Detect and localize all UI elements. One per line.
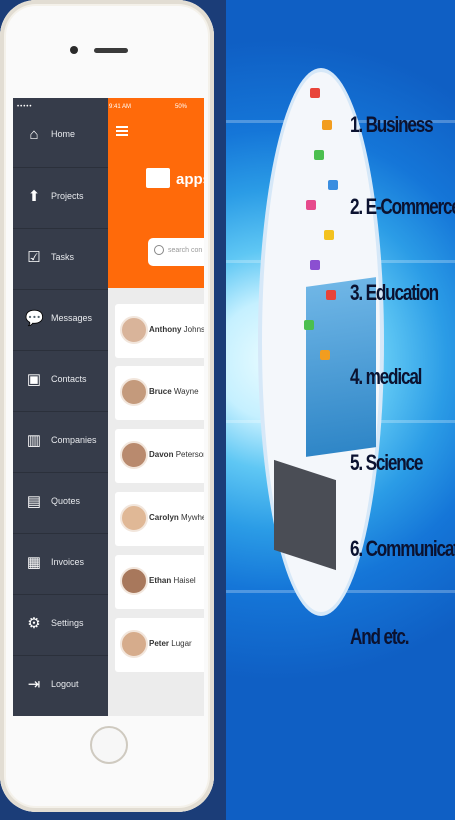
home-button[interactable] [90,726,128,764]
logo-text: apps [176,171,204,188]
contact-name: Anthony Johnson [149,325,204,334]
quote-document-icon: ▤ [26,493,42,510]
folder-gear-icon [146,168,170,188]
promo-list-item: 2. E-Commerce [350,194,455,219]
app-icon [314,150,324,160]
camera-icon [70,46,78,54]
promo-list-item: 4. medical [350,364,422,389]
contacts-panel: apps search con Anthony Johnson Bruce Wa… [108,98,204,716]
laptop-keyboard [274,459,336,571]
promo-list-item: 1. Business [350,112,434,137]
sidebar-item-companies[interactable]: ▥ Companies [13,411,108,472]
contact-row[interactable]: Carolyn Mywhea [115,492,204,546]
avatar [120,567,148,595]
promo-list-item: And etc. [350,624,410,649]
sidebar-item-label: Contacts [51,374,87,384]
sidebar-item-contacts[interactable]: ▣ Contacts [13,350,108,411]
avatar [120,316,148,344]
app-screen: ⌂ Home ⬆ Projects ☑ Tasks 💬 Messages ▣ C… [13,98,204,716]
sidebar-item-label: Invoices [51,557,85,567]
avatar [120,441,148,469]
app-icon [324,230,334,240]
logout-icon: ⇥ [27,676,41,693]
sidebar-item-label: Quotes [51,496,81,506]
sidebar-item-label: Tasks [51,252,75,262]
sidebar-item-projects[interactable]: ⬆ Projects [13,167,108,228]
sidebar-item-logout[interactable]: ⇥ Logout [13,655,108,716]
phone-frame: ⌂ Home ⬆ Projects ☑ Tasks 💬 Messages ▣ C… [0,0,214,812]
search-placeholder: search con [168,247,203,254]
avatar [120,378,148,406]
search-icon [154,245,164,255]
app-header: apps search con [108,98,204,288]
gear-icon: ⚙ [27,615,41,632]
app-icon [310,88,320,98]
contact-row[interactable]: Peter Lugar [115,618,204,672]
building-icon: ▥ [26,432,42,449]
hamburger-menu-icon[interactable] [116,126,128,136]
contact-name: Peter Lugar [149,639,192,648]
app-icon [326,290,336,300]
promo-panel: 1. Business 2. E-Commerce 3. Education 4… [226,0,455,820]
sidebar-item-invoices[interactable]: ▦ Invoices [13,533,108,594]
signal-icon: ••••• [17,104,33,110]
promo-list-item: 3. Education [350,280,439,305]
contact-row[interactable]: Davon Peterson [115,429,204,483]
sidebar-item-settings[interactable]: ⚙ Settings [13,594,108,655]
search-input[interactable]: search con [148,238,204,266]
sidebar-item-label: Home [51,129,76,139]
checkbox-icon: ☑ [27,249,41,266]
sidebar-item-label: Companies [51,435,97,445]
app-icon [322,120,332,130]
invoice-icon: ▦ [26,554,42,571]
app-icon [304,320,314,330]
speaker-grille [94,48,128,53]
contact-name: Carolyn Mywhea [149,513,204,522]
sidebar-item-messages[interactable]: 💬 Messages [13,289,108,350]
sidebar-item-quotes[interactable]: ▤ Quotes [13,472,108,533]
app-icon [310,260,320,270]
status-time: 9:41 AM [109,104,132,110]
sidebar-item-tasks[interactable]: ☑ Tasks [13,228,108,289]
sidebar-item-label: Projects [51,191,84,201]
avatar [120,630,148,658]
sidebar-item-label: Logout [51,679,79,689]
home-icon: ⌂ [29,126,39,143]
chat-bubble-icon: 💬 [25,310,44,327]
contact-name: Davon Peterson [149,450,204,459]
app-icon [306,200,316,210]
promo-list-item: 5. Science [350,450,423,475]
sidebar-item-label: Messages [51,313,93,323]
avatar [120,504,148,532]
contact-row[interactable]: Anthony Johnson [115,304,204,358]
app-icon [320,350,330,360]
battery-level: 50% [175,104,188,110]
sidebar-menu: ⌂ Home ⬆ Projects ☑ Tasks 💬 Messages ▣ C… [13,98,108,716]
sidebar-item-label: Settings [51,618,84,628]
contact-row[interactable]: Bruce Wayne [115,366,204,420]
promo-list-item: 6. Communication [350,536,455,561]
contact-name: Bruce Wayne [149,387,199,396]
contact-card-icon: ▣ [26,371,42,388]
status-bar: ••••• 9:41 AM 50% [13,98,204,116]
rocket-icon: ⬆ [27,188,41,205]
contact-name: Ethan Haisel [149,576,196,585]
contact-row[interactable]: Ethan Haisel [115,555,204,609]
app-icon [328,180,338,190]
